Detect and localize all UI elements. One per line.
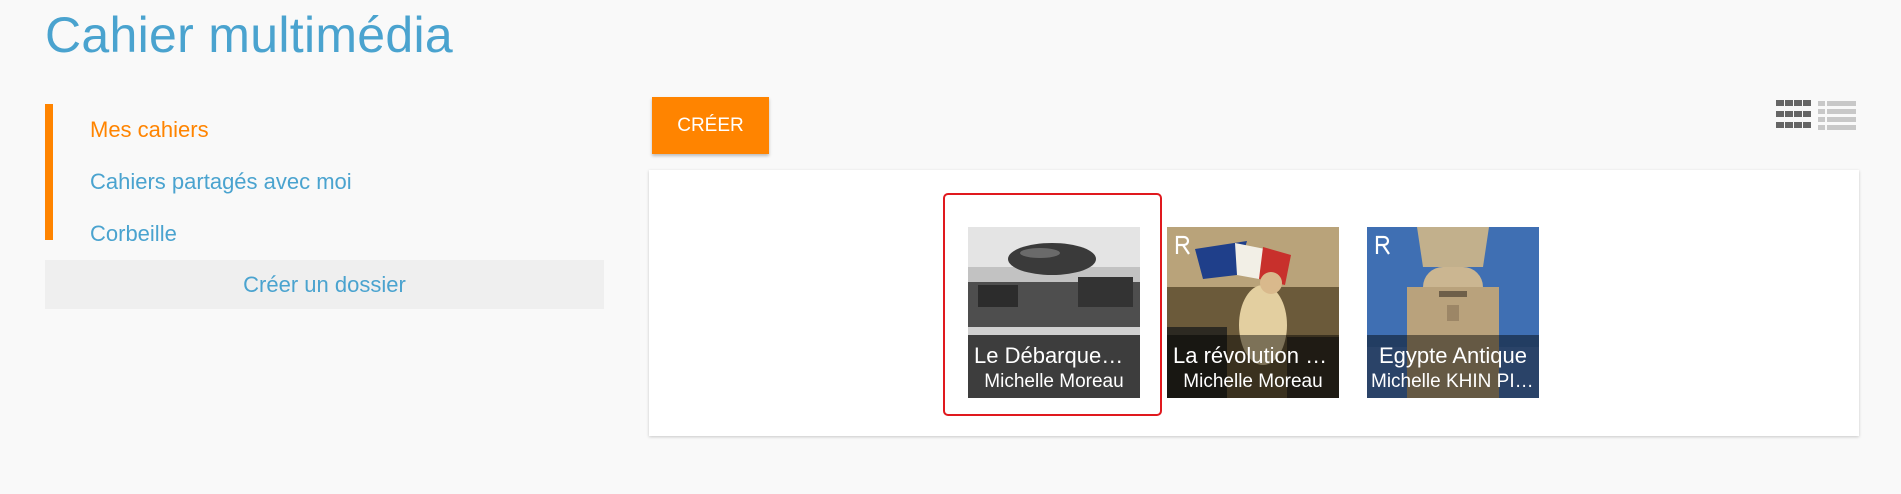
sidebar: Mes cahiers Cahiers partagés avec moi Co… xyxy=(45,104,604,309)
shared-icon xyxy=(1175,235,1190,255)
create-button[interactable]: CRÉER xyxy=(652,97,769,154)
notebook-title: Le Débarquement xyxy=(974,343,1140,368)
notebook-card-egypte[interactable]: Egypte Antique Michelle KHIN PIEN xyxy=(1367,227,1539,398)
notebook-card-debarquement[interactable]: Le Débarquement Michelle Moreau xyxy=(968,227,1140,398)
sidebar-nav: Mes cahiers Cahiers partagés avec moi Co… xyxy=(45,104,604,246)
page-title: Cahier multimédia xyxy=(45,7,454,63)
list-view-icon[interactable] xyxy=(1818,100,1856,135)
notebook-author: Michelle Moreau xyxy=(984,371,1124,392)
shared-icon xyxy=(1375,235,1390,255)
notebook-caption: La révolution française Michelle Moreau xyxy=(1167,335,1339,398)
notebook-title: Egypte Antique xyxy=(1378,343,1527,368)
view-switcher xyxy=(1776,100,1856,135)
notebook-caption: Le Débarquement Michelle Moreau xyxy=(968,335,1140,398)
grid-view-icon[interactable] xyxy=(1776,100,1812,135)
notebook-author: Michelle KHIN PIEN xyxy=(1371,371,1539,392)
create-folder-button[interactable]: Créer un dossier xyxy=(45,260,604,309)
notebook-author: Michelle Moreau xyxy=(1183,371,1323,392)
notebook-grid: Le Débarquement Michelle Moreau La révol… xyxy=(649,170,1859,436)
notebook-card-revolution[interactable]: La révolution française Michelle Moreau xyxy=(1167,227,1339,398)
notebook-title: La révolution française xyxy=(1173,343,1339,368)
sidebar-item-mes-cahiers[interactable]: Mes cahiers xyxy=(53,110,604,162)
notebook-caption: Egypte Antique Michelle KHIN PIEN xyxy=(1367,335,1539,398)
sidebar-item-shared[interactable]: Cahiers partagés avec moi xyxy=(53,162,604,214)
sidebar-item-trash[interactable]: Corbeille xyxy=(53,214,604,266)
